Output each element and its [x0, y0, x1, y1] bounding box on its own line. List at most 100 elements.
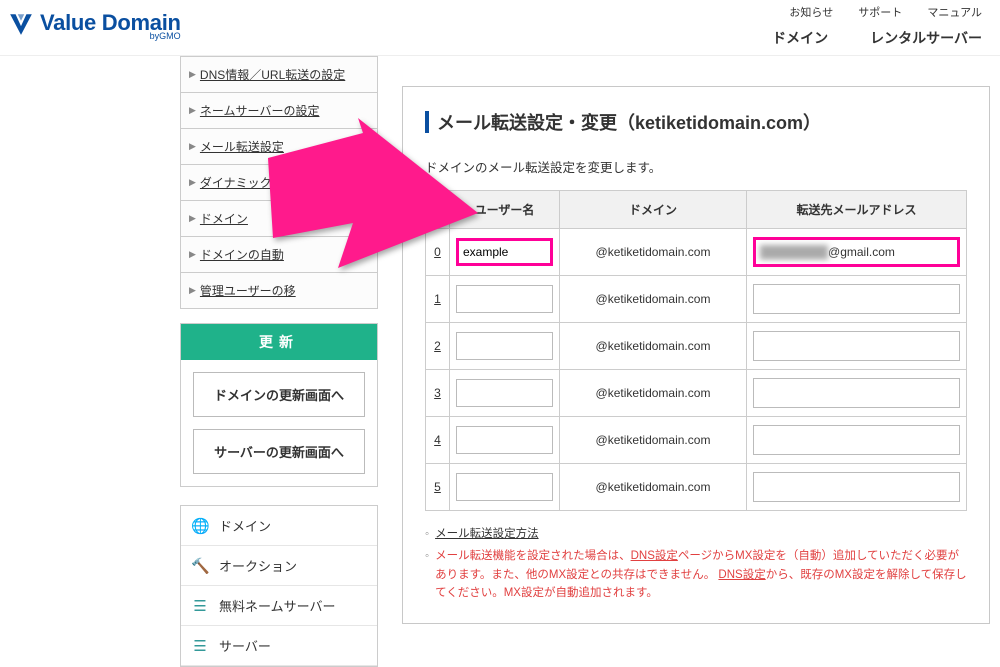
panel-description: ドメインのメール転送設定を変更します。: [425, 157, 967, 176]
forward-cell: [747, 370, 967, 417]
chevron-right-icon: ▶: [189, 141, 196, 152]
user-cell: [450, 464, 560, 511]
bullet-icon: ◦: [425, 547, 429, 602]
col-forward: 転送先メールアドレス: [747, 191, 967, 229]
app-header: Value Domain byGMO お知らせ サポート マニュアル ドメイン …: [0, 0, 1000, 56]
forward-address-input[interactable]: [753, 472, 960, 502]
table-row: 3 @ketiketidomain.com: [426, 370, 967, 417]
menu-free-nameserver[interactable]: ☰無料ネームサーバー: [181, 586, 377, 626]
forward-cell: [747, 417, 967, 464]
forward-suffix: @gmail.com: [828, 245, 895, 259]
link-support[interactable]: サポート: [858, 7, 902, 19]
dns-settings-link[interactable]: DNS設定: [631, 550, 678, 562]
server-icon: ☰: [191, 597, 209, 615]
domain-cell: @ketiketidomain.com: [560, 276, 747, 323]
chevron-right-icon: ▶: [189, 69, 196, 80]
user-cell: [450, 229, 560, 276]
panel-title: メール転送設定・変更（ketiketidomain.com）: [425, 109, 967, 135]
sidebar-item-domain[interactable]: ▶ドメイン: [181, 201, 377, 237]
tab-domain[interactable]: ドメイン: [772, 28, 828, 58]
username-input[interactable]: [456, 332, 553, 360]
chevron-right-icon: ▶: [189, 285, 196, 296]
forward-address-input[interactable]: ████████@gmail.com: [753, 237, 960, 267]
row-index[interactable]: 0: [426, 229, 450, 276]
forward-cell: [747, 464, 967, 511]
tab-rental-server[interactable]: レンタルサーバー: [870, 28, 982, 58]
domain-cell: @ketiketidomain.com: [560, 370, 747, 417]
sidebar-item-ddns[interactable]: ▶ダイナミックDNSの設定: [181, 165, 377, 201]
forward-address-input[interactable]: [753, 284, 960, 314]
note-mx-warning: メール転送機能を設定された場合は、DNS設定ページからMX設定を（自動）追加して…: [435, 547, 967, 602]
gavel-icon: 🔨: [191, 557, 209, 575]
notes: ◦ メール転送設定方法 ◦ メール転送機能を設定された場合は、DNS設定ページから…: [425, 525, 967, 603]
mail-forward-table: ユーザー名 ドメイン 転送先メールアドレス 0 @ketiketidomain.c…: [425, 190, 967, 511]
sidebar-item-nameserver[interactable]: ▶ネームサーバーの設定: [181, 93, 377, 129]
row-index[interactable]: 4: [426, 417, 450, 464]
table-row: 1 @ketiketidomain.com: [426, 276, 967, 323]
table-row: 5 @ketiketidomain.com: [426, 464, 967, 511]
chevron-right-icon: ▶: [189, 177, 196, 188]
main-content: メール転送設定・変更（ketiketidomain.com） ドメインのメール転…: [402, 56, 990, 667]
obscured-text: ████████: [760, 245, 828, 259]
note-howto-link[interactable]: メール転送設定方法: [435, 525, 539, 543]
username-input[interactable]: [456, 285, 553, 313]
row-index[interactable]: 5: [426, 464, 450, 511]
server-icon: ☰: [191, 637, 209, 655]
username-input[interactable]: [456, 238, 553, 266]
user-cell: [450, 323, 560, 370]
user-cell: [450, 417, 560, 464]
globe-icon: 🌐: [191, 517, 209, 535]
forward-address-input[interactable]: [753, 331, 960, 361]
domain-cell: @ketiketidomain.com: [560, 417, 747, 464]
mail-forward-panel: メール転送設定・変更（ketiketidomain.com） ドメインのメール転…: [402, 86, 990, 624]
logo-icon: [8, 11, 34, 40]
table-row: 2 @ketiketidomain.com: [426, 323, 967, 370]
title-bar-accent: [425, 111, 429, 133]
sidebar-item-mail-forward[interactable]: ▶メール転送設定: [181, 129, 377, 165]
sidebar-secondary-menu: 🌐ドメイン 🔨オークション ☰無料ネームサーバー ☰サーバー: [180, 505, 378, 667]
table-row: 0@ketiketidomain.com████████@gmail.com: [426, 229, 967, 276]
row-index[interactable]: 2: [426, 323, 450, 370]
top-links: お知らせ サポート マニュアル: [767, 0, 982, 20]
table-row: 4 @ketiketidomain.com: [426, 417, 967, 464]
sidebar-item-dns-url[interactable]: ▶DNS情報／URL転送の設定: [181, 57, 377, 93]
username-input[interactable]: [456, 473, 553, 501]
user-cell: [450, 276, 560, 323]
domain-cell: @ketiketidomain.com: [560, 229, 747, 276]
goto-server-renewal-button[interactable]: サーバーの更新画面へ: [193, 429, 365, 474]
dns-settings-link[interactable]: DNS設定: [718, 569, 765, 581]
forward-address-input[interactable]: [753, 425, 960, 455]
chevron-right-icon: ▶: [189, 213, 196, 224]
main-tabs: ドメイン レンタルサーバー: [767, 28, 982, 58]
bullet-icon: ◦: [425, 525, 429, 543]
menu-server[interactable]: ☰サーバー: [181, 626, 377, 666]
col-domain: ドメイン: [560, 191, 747, 229]
sidebar: ▶DNS情報／URL転送の設定 ▶ネームサーバーの設定 ▶メール転送設定 ▶ダイ…: [180, 56, 378, 667]
domain-cell: @ketiketidomain.com: [560, 464, 747, 511]
link-manual[interactable]: マニュアル: [927, 7, 982, 19]
chevron-right-icon: ▶: [189, 105, 196, 116]
update-heading: 更新: [181, 324, 377, 360]
row-index[interactable]: 1: [426, 276, 450, 323]
forward-cell: ████████@gmail.com: [747, 229, 967, 276]
username-input[interactable]: [456, 426, 553, 454]
sidebar-item-domain-auto[interactable]: ▶ドメインの自動: [181, 237, 377, 273]
link-news[interactable]: お知らせ: [789, 7, 833, 19]
user-cell: [450, 370, 560, 417]
forward-cell: [747, 276, 967, 323]
col-user: ユーザー名: [450, 191, 560, 229]
col-index: [426, 191, 450, 229]
brand-logo[interactable]: Value Domain byGMO: [8, 0, 181, 41]
chevron-right-icon: ▶: [189, 249, 196, 260]
sidebar-nav: ▶DNS情報／URL転送の設定 ▶ネームサーバーの設定 ▶メール転送設定 ▶ダイ…: [180, 56, 378, 309]
row-index[interactable]: 3: [426, 370, 450, 417]
domain-cell: @ketiketidomain.com: [560, 323, 747, 370]
menu-auction[interactable]: 🔨オークション: [181, 546, 377, 586]
update-block: 更新 ドメインの更新画面へ サーバーの更新画面へ: [180, 323, 378, 487]
sidebar-item-admin-user[interactable]: ▶管理ユーザーの移: [181, 273, 377, 309]
username-input[interactable]: [456, 379, 553, 407]
forward-address-input[interactable]: [753, 378, 960, 408]
goto-domain-renewal-button[interactable]: ドメインの更新画面へ: [193, 372, 365, 417]
menu-domain[interactable]: 🌐ドメイン: [181, 506, 377, 546]
forward-cell: [747, 323, 967, 370]
